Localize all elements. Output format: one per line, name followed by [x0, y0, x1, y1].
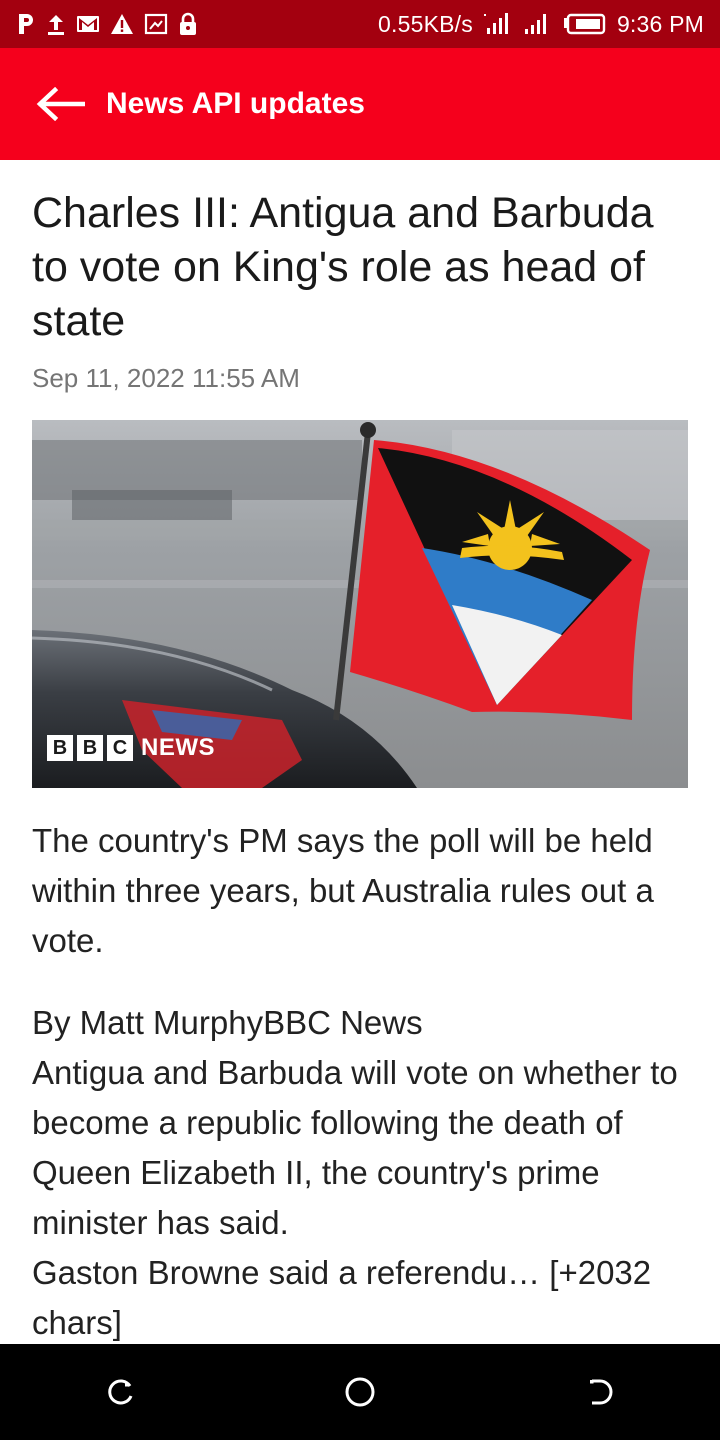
gmail-icon	[76, 14, 100, 34]
article-body-truncated: Gaston Browne said a referendu… [+2032 c…	[32, 1254, 652, 1341]
recents-button[interactable]	[72, 1344, 168, 1440]
screenshot-icon	[144, 13, 168, 35]
back-icon	[590, 1379, 613, 1405]
warning-icon	[110, 13, 134, 35]
signal-icon	[523, 12, 553, 36]
status-left	[16, 0, 198, 48]
article-byline: By Matt MurphyBBC News	[32, 1004, 423, 1041]
bbc-logo-news: NEWS	[141, 734, 215, 761]
arrow-left-icon	[36, 87, 85, 121]
back-nav-button[interactable]	[552, 1344, 648, 1440]
bbc-logo-letter: C	[107, 735, 133, 761]
battery-icon	[563, 13, 607, 35]
signal-icon	[483, 12, 513, 36]
bbc-logo-letter: B	[77, 735, 103, 761]
article-content: Charles III: Antigua and Barbuda to vote…	[32, 160, 692, 1348]
home-button[interactable]	[312, 1344, 408, 1440]
clock: 9:36 PM	[616, 10, 704, 37]
back-button[interactable]	[32, 76, 88, 132]
system-nav-bar	[0, 1344, 720, 1440]
recents-icon	[108, 1379, 133, 1405]
status-right: 0.55KB/s 9:36 PM	[378, 0, 704, 48]
bbc-news-logo: B B C NEWS	[47, 734, 215, 762]
lock-icon	[178, 12, 198, 36]
article-body-text: Antigua and Barbuda will vote on whether…	[32, 1054, 678, 1241]
article-description: The country's PM says the poll will be h…	[32, 822, 654, 959]
article-date: Sep 11, 2022 11:55 AM	[32, 363, 300, 393]
network-speed: 0.55KB/s	[378, 10, 473, 37]
article-image: B B C NEWS	[32, 420, 688, 788]
bbc-logo-letter: B	[47, 735, 73, 761]
app-bar: News API updates	[0, 48, 720, 160]
status-bar: 0.55KB/s 9:36 PM	[0, 0, 720, 48]
article-headline: Charles III: Antigua and Barbuda to vote…	[32, 189, 654, 345]
app-title: News API updates	[106, 87, 365, 120]
upload-icon	[46, 12, 66, 36]
p-icon	[16, 12, 36, 36]
home-icon	[345, 1377, 375, 1407]
flag-photo	[32, 420, 688, 788]
article-body: By Matt MurphyBBC News Antigua and Barbu…	[32, 998, 692, 1348]
